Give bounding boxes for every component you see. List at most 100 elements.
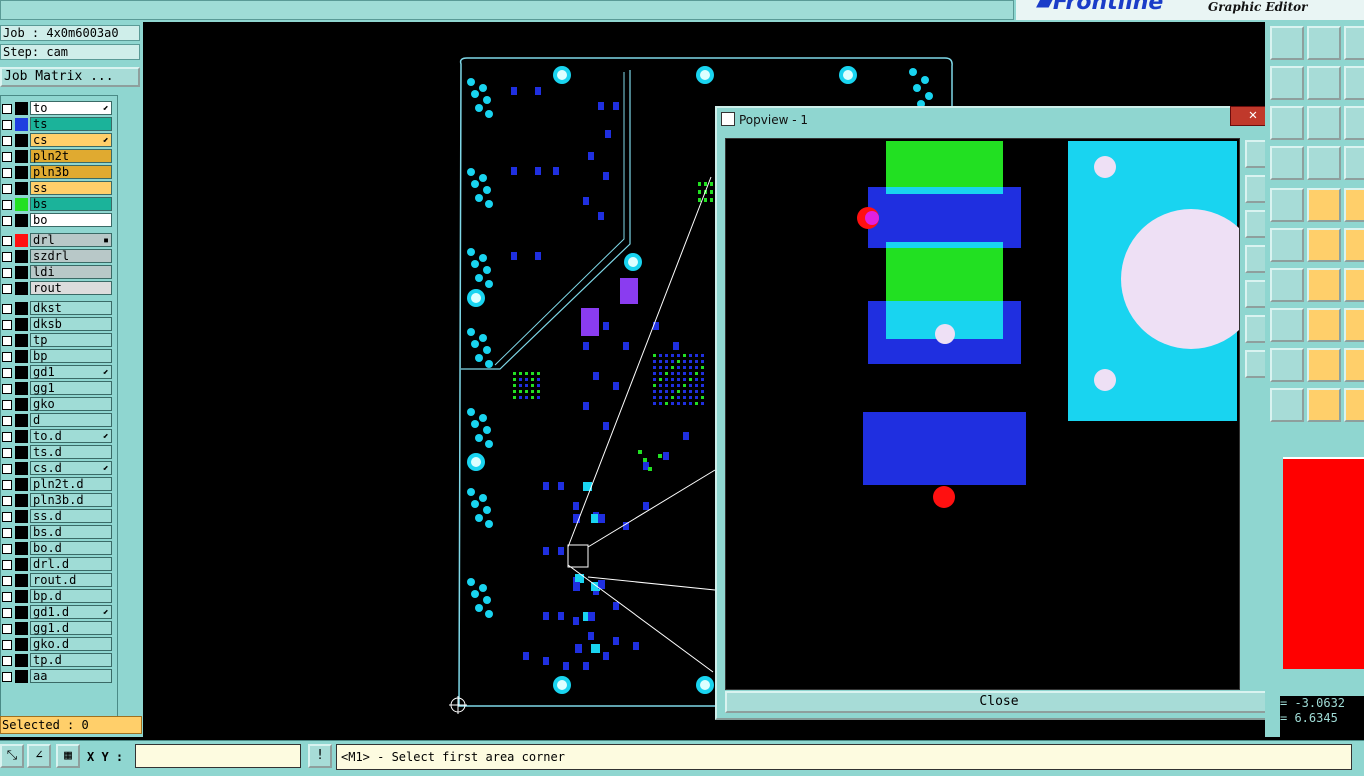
layer-color-swatch[interactable] (15, 670, 28, 683)
undo-icon[interactable] (1344, 66, 1364, 100)
center-icon[interactable] (1307, 106, 1341, 140)
layer-row-ts-d[interactable]: ts.d (1, 445, 116, 460)
layer-checkbox[interactable] (2, 624, 12, 634)
layer-checkbox[interactable] (2, 592, 12, 602)
layer-name[interactable]: ss.d (30, 509, 112, 523)
copy-up-icon[interactable] (1307, 26, 1341, 60)
node-icon[interactable] (1344, 228, 1364, 262)
layer-checkbox[interactable] (2, 576, 12, 586)
layer-row-to[interactable]: to ⬋ (1, 101, 116, 116)
span-icon[interactable] (1344, 268, 1364, 302)
job-matrix-button[interactable]: Job Matrix ... (0, 67, 140, 87)
layer-color-swatch[interactable] (15, 430, 28, 443)
layer-name[interactable]: szdrl (30, 249, 112, 263)
layer-checkbox[interactable] (2, 432, 12, 442)
layer-checkbox[interactable] (2, 544, 12, 554)
layer-color-swatch[interactable] (15, 638, 28, 651)
layer-row-gd1-d[interactable]: gd1.d ⬋ (1, 605, 116, 620)
layer-row-ldi[interactable]: ldi (1, 265, 116, 280)
layer-checkbox[interactable] (2, 400, 12, 410)
layer-row-bs[interactable]: bs (1, 197, 116, 212)
layer-checkbox[interactable] (2, 496, 12, 506)
layer-checkbox[interactable] (2, 336, 12, 346)
layer-checkbox[interactable] (2, 200, 12, 210)
layer-name[interactable]: aa (30, 669, 112, 683)
shape-icon[interactable] (1344, 348, 1364, 382)
layer-row-to-d[interactable]: to.d ⬋ (1, 429, 116, 444)
layer-color-swatch[interactable] (15, 382, 28, 395)
layer-checkbox[interactable] (2, 252, 12, 262)
layer-row-pln3b-d[interactable]: pln3b.d (1, 493, 116, 508)
layer-checkbox[interactable] (2, 168, 12, 178)
layer-color-swatch[interactable] (15, 654, 28, 667)
layer-row-bo-d[interactable]: bo.d (1, 541, 116, 556)
layer-checkbox[interactable] (2, 384, 12, 394)
layer-name[interactable]: gko.d (30, 637, 112, 651)
one-to-one-icon[interactable] (1344, 106, 1364, 140)
layer-name[interactable]: tp (30, 333, 112, 347)
layer-name[interactable]: drl ▪ (30, 233, 112, 247)
move-left-icon[interactable] (1270, 66, 1304, 100)
popview-canvas[interactable] (725, 138, 1240, 690)
layer-row-pln2t[interactable]: pln2t (1, 149, 116, 164)
layer-color-swatch[interactable] (15, 150, 28, 163)
layer-row-bo[interactable]: bo (1, 213, 116, 228)
layer-row-cs[interactable]: cs ⬋ (1, 133, 116, 148)
layer-name[interactable]: bo (30, 213, 112, 227)
layer-checkbox[interactable] (2, 136, 12, 146)
layer-name[interactable]: tp.d (30, 653, 112, 667)
measure-tool-icon[interactable] (1270, 146, 1304, 180)
layer-color-swatch[interactable] (15, 166, 28, 179)
minus-icon[interactable] (1307, 308, 1341, 342)
layer-name[interactable]: ts.d (30, 445, 112, 459)
layer-name[interactable]: drl.d (30, 557, 112, 571)
add-pad-icon[interactable] (1270, 228, 1304, 262)
layer-checkbox[interactable] (2, 672, 12, 682)
layer-color-swatch[interactable] (15, 606, 28, 619)
layer-row-drl-d[interactable]: drl.d (1, 557, 116, 572)
layer-color-swatch[interactable] (15, 478, 28, 491)
layer-checkbox[interactable] (2, 416, 12, 426)
layer-checkbox[interactable] (2, 268, 12, 278)
layer-color-swatch[interactable] (15, 590, 28, 603)
layer-row-rout[interactable]: rout (1, 281, 116, 296)
layer-checkbox[interactable] (2, 464, 12, 474)
edit-icon[interactable] (1270, 188, 1304, 222)
layer-color-swatch[interactable] (15, 494, 28, 507)
layer-checkbox[interactable] (2, 120, 12, 130)
layer-color-swatch[interactable] (15, 302, 28, 315)
layer-name[interactable]: dksb (30, 317, 112, 331)
layer-checkbox[interactable] (2, 368, 12, 378)
snap-icon[interactable]: ⤡ (0, 744, 24, 768)
popview-zoom-view[interactable] (726, 139, 1239, 689)
layer-color-swatch[interactable] (15, 318, 28, 331)
layer-row-gko-d[interactable]: gko.d (1, 637, 116, 652)
layer-name[interactable]: dkst (30, 301, 112, 315)
layer-name[interactable]: bp.d (30, 589, 112, 603)
layer-row-bp-d[interactable]: bp.d (1, 589, 116, 604)
menu-bar[interactable] (0, 0, 1014, 20)
layer-color-swatch[interactable] (15, 234, 28, 247)
layer-color-swatch[interactable] (15, 446, 28, 459)
xy-input[interactable] (135, 744, 301, 768)
rotate-icon[interactable] (1344, 26, 1364, 60)
layer-row-szdrl[interactable]: szdrl (1, 249, 116, 264)
alert-icon[interactable]: ! (308, 744, 332, 768)
layer-checkbox[interactable] (2, 528, 12, 538)
layer-row-pln3b[interactable]: pln3b (1, 165, 116, 180)
layer-row-aa[interactable]: aa (1, 669, 116, 684)
layer-color-swatch[interactable] (15, 574, 28, 587)
layer-row-drl[interactable]: drl ▪ (1, 233, 116, 248)
layer-color-swatch[interactable] (15, 182, 28, 195)
layer-row-ss[interactable]: ss (1, 181, 116, 196)
layer-row-dksb[interactable]: dksb (1, 317, 116, 332)
layer-row-bs-d[interactable]: bs.d (1, 525, 116, 540)
layer-row-ts[interactable]: ts (1, 117, 116, 132)
layer-name[interactable]: d (30, 413, 112, 427)
layer-name[interactable]: to.d ⬋ (30, 429, 112, 443)
popview-titlebar[interactable]: Popview - 1 (721, 110, 1276, 130)
layer-color-swatch[interactable] (15, 134, 28, 147)
layer-color-swatch[interactable] (15, 198, 28, 211)
layer-name[interactable]: pln2t.d (30, 477, 112, 491)
layer-row-tp-d[interactable]: tp.d (1, 653, 116, 668)
